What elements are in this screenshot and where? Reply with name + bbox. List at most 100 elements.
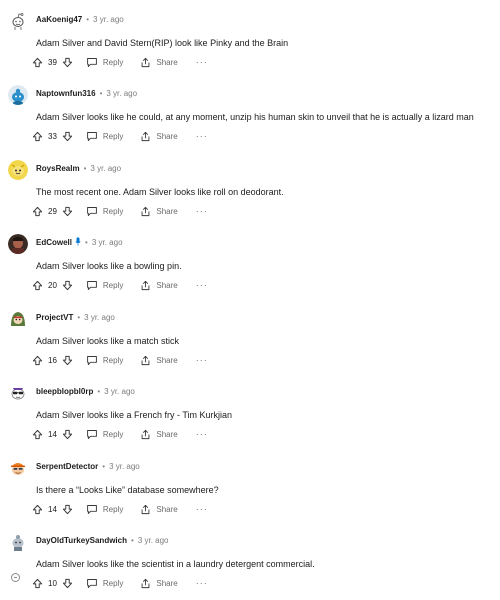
upvote-icon[interactable] (32, 429, 43, 440)
reply-icon (86, 578, 98, 589)
avatar[interactable] (8, 383, 28, 403)
share-button[interactable]: Share (140, 131, 178, 142)
comment-meta: ProjectVT • 3 yr. ago (36, 312, 115, 324)
share-button[interactable]: Share (140, 429, 178, 440)
vote-score: 14 (48, 429, 57, 439)
reply-button[interactable]: Reply (86, 206, 123, 217)
comment-actions: 33 Reply Share ··· (32, 129, 208, 143)
downvote-icon[interactable] (62, 280, 73, 291)
separator-dot: • (97, 387, 101, 396)
comment-actions: 14 Reply Share ··· (32, 427, 208, 441)
vote-score: 29 (48, 206, 57, 216)
avatar[interactable] (8, 309, 28, 329)
username[interactable]: Naptownfun316 (36, 89, 96, 98)
share-icon (140, 355, 151, 366)
more-options-button[interactable]: ··· (196, 504, 208, 514)
username[interactable]: DayOldTurkeySandwich (36, 536, 127, 545)
comment-actions: 20 Reply Share ··· (32, 278, 208, 292)
avatar[interactable] (8, 532, 28, 552)
more-options-button[interactable]: ··· (196, 131, 208, 141)
more-options-button[interactable]: ··· (196, 280, 208, 290)
reply-button[interactable]: Reply (86, 504, 123, 515)
share-button[interactable]: Share (140, 355, 178, 366)
upvote-icon[interactable] (32, 57, 43, 68)
avatar[interactable] (8, 11, 28, 31)
username[interactable]: EdCowell (36, 238, 72, 247)
timestamp[interactable]: 3 yr. ago (138, 536, 169, 545)
separator-dot: • (131, 536, 134, 545)
reply-label: Reply (102, 429, 124, 439)
timestamp[interactable]: 3 yr. ago (92, 238, 123, 247)
more-options-button[interactable]: ··· (196, 206, 208, 216)
share-icon (140, 280, 151, 291)
reply-button[interactable]: Reply (86, 355, 123, 366)
share-button[interactable]: Share (140, 206, 178, 217)
timestamp[interactable]: 3 yr. ago (106, 89, 137, 98)
avatar[interactable] (8, 160, 28, 180)
username[interactable]: AaKoenig47 (36, 15, 82, 24)
reply-icon (86, 206, 98, 217)
reply-label: Reply (102, 355, 124, 365)
username[interactable]: ProjectVT (36, 313, 73, 322)
username[interactable]: RoysRealm (36, 164, 80, 173)
vote-score: 39 (48, 57, 57, 67)
reply-button[interactable]: Reply (86, 57, 123, 68)
comment-meta: DayOldTurkeySandwich • 3 yr. ago (36, 535, 169, 547)
more-options-button[interactable]: ··· (196, 57, 208, 67)
timestamp[interactable]: 3 yr. ago (109, 462, 140, 471)
share-icon (140, 578, 151, 589)
share-icon (140, 504, 151, 515)
avatar[interactable] (8, 458, 28, 478)
vote-controls: 10 (32, 578, 73, 589)
downvote-icon[interactable] (62, 57, 73, 68)
upvote-icon[interactable] (32, 504, 43, 515)
vote-controls: 16 (32, 355, 73, 366)
timestamp[interactable]: 3 yr. ago (90, 164, 121, 173)
reply-button[interactable]: Reply (86, 131, 123, 142)
comment: SerpentDetector • 3 yr. ago Is there a “Lo… (0, 452, 500, 526)
comment: Naptownfun316 • 3 yr. ago Adam Silver look… (0, 79, 500, 153)
username[interactable]: SerpentDetector (36, 462, 98, 471)
vote-controls: 39 (32, 57, 73, 68)
microphone-icon (72, 237, 81, 247)
vote-controls: 29 (32, 206, 73, 217)
comment-actions: 16 Reply Share ··· (32, 353, 208, 367)
share-button[interactable]: Share (140, 578, 178, 589)
more-options-button[interactable]: ··· (196, 578, 208, 588)
avatar[interactable] (8, 85, 28, 105)
separator-dot: • (102, 462, 106, 471)
comment-meta: RoysRealm • 3 yr. ago (36, 163, 121, 175)
upvote-icon[interactable] (32, 280, 43, 291)
downvote-icon[interactable] (62, 429, 73, 440)
reply-button[interactable]: Reply (86, 429, 123, 440)
timestamp[interactable]: 3 yr. ago (93, 15, 124, 24)
reply-button[interactable]: Reply (86, 280, 123, 291)
downvote-icon[interactable] (62, 131, 73, 142)
share-button[interactable]: Share (140, 57, 178, 68)
downvote-icon[interactable] (62, 355, 73, 366)
upvote-icon[interactable] (32, 131, 43, 142)
username[interactable]: bleepblopbl0rp (36, 387, 93, 396)
share-button[interactable]: Share (140, 504, 178, 515)
upvote-icon[interactable] (32, 355, 43, 366)
reply-icon (86, 280, 98, 291)
avatar[interactable] (8, 234, 28, 254)
share-icon (140, 57, 151, 68)
reply-button[interactable]: Reply (86, 578, 123, 589)
collapse-thread-icon[interactable] (11, 573, 20, 582)
downvote-icon[interactable] (62, 504, 73, 515)
comment-body: The most recent one. Adam Silver looks l… (36, 187, 284, 197)
more-options-button[interactable]: ··· (196, 355, 208, 365)
timestamp[interactable]: 3 yr. ago (104, 387, 135, 396)
timestamp[interactable]: 3 yr. ago (84, 313, 115, 322)
comment-body: Adam Silver looks like a match stick (36, 336, 180, 346)
comment-body: Adam Silver and David Stern(RIP) look li… (36, 38, 289, 48)
comment-body: Adam Silver looks like the scientist in … (36, 559, 315, 569)
downvote-icon[interactable] (62, 578, 73, 589)
upvote-icon[interactable] (32, 206, 43, 217)
downvote-icon[interactable] (62, 206, 73, 217)
vote-score: 33 (48, 131, 57, 141)
upvote-icon[interactable] (32, 578, 43, 589)
share-button[interactable]: Share (140, 280, 178, 291)
more-options-button[interactable]: ··· (196, 429, 208, 439)
